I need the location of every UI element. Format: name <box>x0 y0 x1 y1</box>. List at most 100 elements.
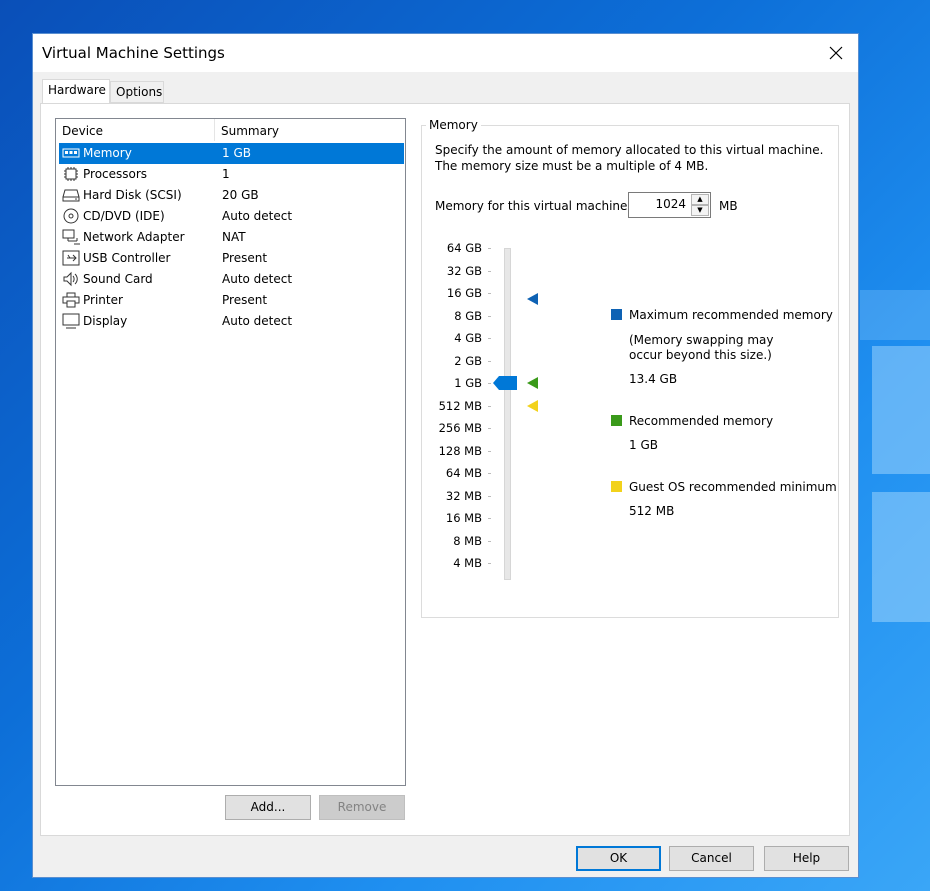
memory-scale-tick-label: 128 MB <box>438 443 482 458</box>
device-summary: Present <box>222 293 268 307</box>
memory-scale-tick-label: 8 MB <box>453 533 482 548</box>
tab-options-label: Options <box>116 85 163 99</box>
printer-icon <box>62 292 80 308</box>
memory-scale-tick-mark <box>488 563 491 564</box>
minimum-marker-icon <box>527 399 538 412</box>
spin-up-button[interactable]: ▲ <box>691 194 709 205</box>
minimum-legend-swatch <box>611 481 622 492</box>
memory-group: Memory Specify the amount of memory allo… <box>421 118 839 618</box>
memory-scale-tick-label: 1 GB <box>454 376 482 390</box>
memory-spinbox[interactable]: 1024 ▲ ▼ <box>628 192 711 218</box>
device-summary: Auto detect <box>222 272 293 286</box>
device-name: Hard Disk (SCSI) <box>83 188 182 202</box>
minimum-legend-label: Guest OS recommended minimum <box>629 480 837 494</box>
vm-settings-dialog: Virtual Machine Settings Hardware Option… <box>32 33 859 878</box>
hardware-panel: Device Summary Memory 1 GB Processors 1 <box>40 103 850 836</box>
memory-scale-tick-mark <box>488 270 491 272</box>
memory-scale-tick-mark <box>488 428 491 429</box>
device-row-sound-card[interactable]: Sound Card Auto detect <box>59 269 404 290</box>
memory-scale-tick-label: 4 GB <box>454 331 482 345</box>
device-row-display[interactable]: Display Auto detect <box>59 311 404 332</box>
memory-scale-tick-label: 4 MB <box>453 556 482 570</box>
remove-button[interactable]: Remove <box>319 795 405 820</box>
memory-scale-tick-label: 32 GB <box>446 263 482 278</box>
add-button-label: Add... <box>250 800 286 814</box>
tab-hardware[interactable]: Hardware <box>42 79 110 103</box>
device-row-cd-dvd[interactable]: CD/DVD (IDE) Auto detect <box>59 206 404 227</box>
recommended-marker-icon <box>527 377 538 389</box>
memory-scale-tick-label: 64 GB <box>446 241 482 255</box>
memory-value-input[interactable]: 1024 <box>655 197 686 211</box>
close-icon <box>829 46 843 60</box>
tab-hardware-label: Hardware <box>48 83 106 97</box>
memory-scale-tick-mark <box>488 338 491 339</box>
device-row-usb-controller[interactable]: USB Controller Present <box>59 248 404 269</box>
memory-scale-tick-mark <box>488 473 491 474</box>
memory-group-label: Memory <box>426 118 481 132</box>
memory-scale-tick-label: 16 MB <box>445 511 482 525</box>
device-list[interactable]: Device Summary Memory 1 GB Processors 1 <box>55 118 406 786</box>
usb-icon <box>62 250 80 266</box>
device-name: Sound Card <box>83 272 153 286</box>
cancel-button-label: Cancel <box>691 851 732 865</box>
memory-slider-thumb[interactable] <box>493 376 518 390</box>
memory-scale-tick-label: 16 GB <box>446 286 482 300</box>
device-row-processors[interactable]: Processors 1 <box>59 164 404 185</box>
recommended-legend-value: 1 GB <box>629 438 658 452</box>
cd-dvd-icon <box>63 208 79 224</box>
network-adapter-icon <box>62 229 80 245</box>
max-legend-swatch <box>611 309 622 320</box>
device-name: Memory <box>83 146 132 160</box>
display-icon <box>62 313 80 329</box>
memory-scale-tick-mark <box>488 360 491 362</box>
device-name: Processors <box>83 167 148 181</box>
ok-button[interactable]: OK <box>576 846 661 871</box>
memory-description-line: The memory size must be a multiple of 4 … <box>435 159 709 173</box>
memory-unit-label: MB <box>719 199 738 213</box>
memory-scale-tick-mark <box>488 315 491 317</box>
device-summary: 20 GB <box>222 188 259 202</box>
max-legend-note: (Memory swapping may <box>629 333 774 347</box>
cancel-button[interactable]: Cancel <box>669 846 754 871</box>
speaker-icon <box>63 271 78 287</box>
device-name: Printer <box>83 293 123 307</box>
help-button[interactable]: Help <box>764 846 849 871</box>
remove-button-label: Remove <box>337 800 387 814</box>
processor-icon <box>64 167 78 181</box>
memory-scale-tick-label: 2 GB <box>454 353 482 368</box>
device-row-network-adapter[interactable]: Network Adapter NAT <box>59 227 404 248</box>
title-bar: Virtual Machine Settings <box>33 34 858 72</box>
spin-down-button[interactable]: ▼ <box>691 205 709 216</box>
column-separator[interactable] <box>214 119 215 141</box>
device-row-printer[interactable]: Printer Present <box>59 290 404 311</box>
memory-field-label: Memory for this virtual machine: <box>435 199 632 213</box>
max-legend-label: Maximum recommended memory <box>629 308 833 322</box>
minimum-legend-value: 512 MB <box>629 504 675 518</box>
device-summary: Present <box>222 251 268 265</box>
device-row-memory[interactable]: Memory 1 GB <box>59 143 404 164</box>
device-summary: 1 <box>222 167 230 181</box>
memory-slider-track[interactable] <box>504 248 511 580</box>
memory-scale-tick-mark <box>488 495 491 497</box>
add-button[interactable]: Add... <box>225 795 311 820</box>
device-summary: Auto detect <box>222 314 293 328</box>
device-column-header[interactable]: Device <box>62 124 103 138</box>
tab-options[interactable]: Options <box>110 81 164 103</box>
device-row-hard-disk[interactable]: Hard Disk (SCSI) 20 GB <box>59 185 404 206</box>
memory-scale-tick-mark <box>488 405 491 407</box>
summary-column-header[interactable]: Summary <box>221 124 279 138</box>
memory-scale-tick-mark <box>488 293 491 294</box>
device-summary: 1 GB <box>222 146 251 160</box>
recommended-legend-label: Recommended memory <box>629 414 774 428</box>
device-name: CD/DVD (IDE) <box>83 209 165 223</box>
memory-scale-tick-label: 512 MB <box>438 398 482 413</box>
max-recommended-marker-icon <box>527 292 538 305</box>
desktop-pane <box>860 290 930 340</box>
close-button[interactable] <box>814 34 858 72</box>
device-summary: NAT <box>222 230 246 244</box>
memory-description-line: Specify the amount of memory allocated t… <box>435 143 824 157</box>
memory-icon <box>62 148 80 158</box>
max-legend-note: occur beyond this size.) <box>629 348 772 362</box>
ok-button-label: OK <box>609 851 628 865</box>
device-summary: Auto detect <box>222 209 293 223</box>
